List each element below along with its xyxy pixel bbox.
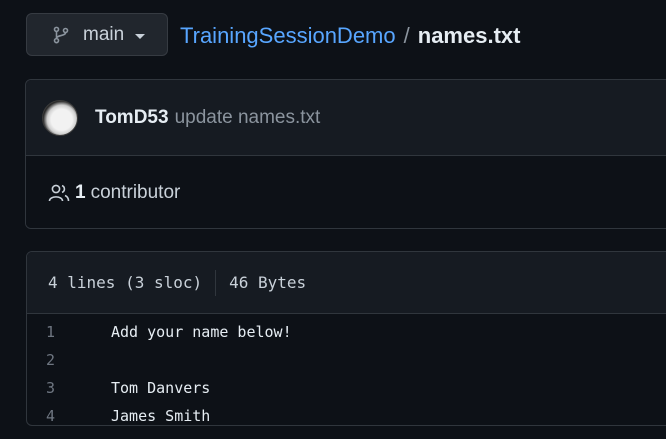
author-avatar[interactable]	[42, 99, 78, 136]
line-number[interactable]: 1	[27, 318, 83, 346]
line-number[interactable]: 3	[27, 374, 83, 402]
breadcrumb: TrainingSessionDemo / names.txt	[180, 22, 520, 50]
code-line: 4 James Smith	[27, 402, 666, 425]
commit-author-link[interactable]: TomD53	[95, 107, 169, 129]
branch-select-button[interactable]: main	[26, 13, 168, 56]
contributors-row[interactable]: 1 contributor	[26, 156, 666, 228]
line-number[interactable]: 2	[27, 346, 83, 374]
file-info-header: 4 lines (3 sloc) 46 Bytes	[27, 252, 666, 314]
line-content: Tom Danvers	[111, 379, 211, 397]
line-content: James Smith	[111, 407, 211, 425]
line-number[interactable]: 4	[27, 402, 83, 425]
file-info-divider	[215, 269, 217, 296]
contributor-label[interactable]: contributor	[91, 182, 181, 204]
file-line-count: 4 lines (3 sloc)	[48, 273, 203, 292]
file-view-page: main TrainingSessionDemo / names.txt TomD5…	[0, 0, 666, 439]
breadcrumb-file-name: names.txt	[417, 23, 521, 48]
code-line: 3 Tom Danvers	[27, 374, 666, 402]
file-content-box: 4 lines (3 sloc) 46 Bytes 1 Add your nam…	[26, 251, 666, 426]
code-line: 1 Add your name below!	[27, 318, 666, 346]
commit-header: TomD53 update names.txt	[26, 80, 666, 156]
people-icon	[48, 183, 70, 203]
line-content	[83, 346, 111, 374]
chevron-down-icon	[135, 33, 146, 39]
line-content: Add your name below!	[111, 323, 292, 341]
file-size: 46 Bytes	[229, 273, 307, 292]
commit-message-link[interactable]: update names.txt	[175, 107, 321, 129]
breadcrumb-separator: /	[403, 23, 410, 48]
git-branch-icon	[52, 26, 70, 44]
latest-commit-box: TomD53 update names.txt 1 contributor	[25, 79, 666, 229]
breadcrumb-repo-link[interactable]: TrainingSessionDemo	[180, 23, 396, 48]
code-line: 2	[27, 346, 666, 374]
code-view: 1 Add your name below! 2 3 Tom Danvers 4…	[27, 314, 666, 425]
branch-name: main	[83, 23, 125, 45]
contributor-count[interactable]: 1	[75, 182, 86, 204]
